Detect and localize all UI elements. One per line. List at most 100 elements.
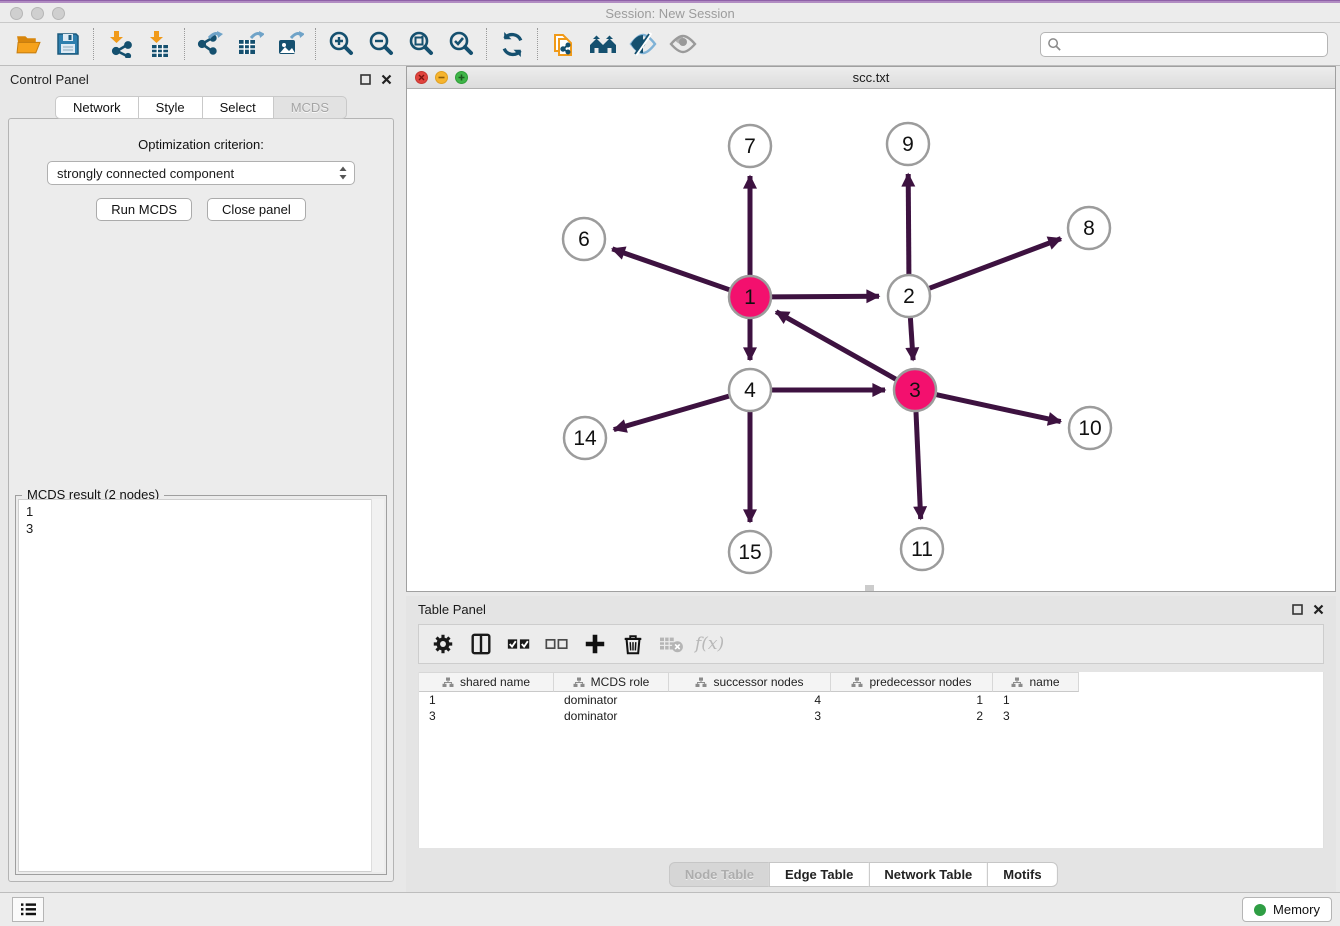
graph-edge-4-14[interactable]: [614, 396, 729, 430]
graph-edge-1-2[interactable]: [772, 296, 879, 297]
table-cell[interactable]: 1: [831, 693, 993, 707]
tab-mcds[interactable]: MCDS: [273, 96, 347, 119]
canvas-resize-handle[interactable]: [865, 585, 874, 591]
graph-node-1[interactable]: 1: [729, 276, 771, 318]
criterion-dropdown[interactable]: strongly connected component: [47, 161, 355, 185]
export-table-icon[interactable]: [230, 26, 270, 62]
close-panel-button[interactable]: Close panel: [207, 198, 306, 221]
graph-node-7[interactable]: 7: [729, 125, 771, 167]
export-network-icon[interactable]: [190, 26, 230, 62]
table-header-row: shared nameMCDS rolesuccessor nodesprede…: [419, 672, 1323, 692]
application-window: Session: New Session: [0, 0, 1340, 926]
open-session-icon[interactable]: [8, 26, 48, 62]
deselect-all-icon[interactable]: [541, 628, 572, 660]
tab-style[interactable]: Style: [138, 96, 202, 119]
save-session-icon[interactable]: [48, 26, 88, 62]
column-header-MCDS-role[interactable]: MCDS role: [554, 672, 669, 692]
graph-node-2[interactable]: 2: [888, 275, 930, 317]
network-zoom-button[interactable]: [455, 71, 468, 84]
run-mcds-button[interactable]: Run MCDS: [96, 198, 192, 221]
tab-node-table[interactable]: Node Table: [669, 862, 769, 887]
task-history-button[interactable]: [12, 897, 44, 922]
tab-select[interactable]: Select: [202, 96, 273, 119]
graph-edge-3-11[interactable]: [916, 412, 921, 519]
duplicate-network-icon[interactable]: [543, 26, 583, 62]
network-minimize-button[interactable]: [435, 71, 448, 84]
gear-icon[interactable]: [427, 628, 458, 660]
table-tabs: Node TableEdge TableNetwork TableMotifs: [669, 862, 1058, 887]
zoom-selected-icon[interactable]: [441, 26, 481, 62]
graph-node-6[interactable]: 6: [563, 218, 605, 260]
column-header-shared-name[interactable]: shared name: [419, 672, 554, 692]
graph-node-11[interactable]: 11: [901, 528, 943, 570]
add-icon[interactable]: [579, 628, 610, 660]
graph-edge-1-6[interactable]: [612, 249, 729, 290]
close-table-panel-icon[interactable]: [1313, 604, 1324, 615]
graph-node-15[interactable]: 15: [729, 531, 771, 573]
float-table-panel-icon[interactable]: [1292, 604, 1303, 615]
mcds-result-scrollbar[interactable]: [371, 499, 384, 872]
refresh-layout-icon[interactable]: [492, 26, 532, 62]
graph-node-10[interactable]: 10: [1069, 407, 1111, 449]
columns-icon[interactable]: [465, 628, 496, 660]
tab-network-table[interactable]: Network Table: [868, 862, 987, 887]
optimization-criterion-label: Optimization criterion:: [9, 137, 393, 152]
graph-node-label: 6: [578, 228, 590, 251]
search-input[interactable]: [1062, 37, 1321, 52]
search-field[interactable]: [1040, 32, 1328, 57]
table-cell[interactable]: 2: [831, 709, 993, 723]
network-close-button[interactable]: [415, 71, 428, 84]
export-image-icon[interactable]: [270, 26, 310, 62]
table-cell[interactable]: 3: [419, 709, 554, 723]
table-row[interactable]: 1dominator411: [419, 692, 1323, 708]
tab-edge-table[interactable]: Edge Table: [769, 862, 868, 887]
tab-network[interactable]: Network: [55, 96, 138, 119]
import-network-icon[interactable]: [99, 26, 139, 62]
close-panel-icon[interactable]: [381, 74, 392, 85]
graph-node-label: 14: [573, 427, 597, 450]
mcds-result-textarea[interactable]: 13: [18, 499, 384, 872]
float-panel-icon[interactable]: [360, 74, 371, 85]
table-cell[interactable]: 1: [419, 693, 554, 707]
graph-edge-3-1[interactable]: [776, 312, 896, 380]
table-cell[interactable]: 1: [993, 693, 1079, 707]
column-header-predecessor-nodes[interactable]: predecessor nodes: [831, 672, 993, 692]
graph-edge-3-10[interactable]: [937, 395, 1061, 422]
graph-node-8[interactable]: 8: [1068, 207, 1110, 249]
first-neighbors-icon[interactable]: [583, 26, 623, 62]
graph-node-label: 1: [744, 286, 756, 309]
graph-node-14[interactable]: 14: [564, 417, 606, 459]
zoom-fit-icon[interactable]: [401, 26, 441, 62]
hide-selected-icon[interactable]: [623, 26, 663, 62]
table-cell[interactable]: dominator: [554, 709, 669, 723]
graph-node-3[interactable]: 3: [894, 369, 936, 411]
list-icon: [20, 902, 37, 917]
trash-icon[interactable]: [617, 628, 648, 660]
table-row[interactable]: 3dominator323: [419, 708, 1323, 724]
select-all-icon[interactable]: [503, 628, 534, 660]
graph-edge-2-8[interactable]: [930, 239, 1061, 289]
graph-edge-2-9[interactable]: [908, 174, 909, 274]
memory-button[interactable]: Memory: [1242, 897, 1332, 922]
toolbar-separator: [537, 28, 538, 60]
import-table-icon[interactable]: [139, 26, 179, 62]
table-cell[interactable]: 3: [669, 709, 831, 723]
main-titlebar: Session: New Session: [0, 3, 1340, 23]
function-icon: f(x): [693, 628, 724, 660]
criterion-value: strongly connected component: [57, 166, 338, 181]
column-header-successor-nodes[interactable]: successor nodes: [669, 672, 831, 692]
graph-node-9[interactable]: 9: [887, 123, 929, 165]
zoom-out-icon[interactable]: [361, 26, 401, 62]
table-cell[interactable]: 3: [993, 709, 1079, 723]
tab-motifs[interactable]: Motifs: [987, 862, 1057, 887]
table-cell[interactable]: dominator: [554, 693, 669, 707]
table-cell[interactable]: 4: [669, 693, 831, 707]
column-sort-icon: [442, 677, 454, 688]
graph-edge-2-3[interactable]: [910, 318, 913, 360]
graph-node-4[interactable]: 4: [729, 369, 771, 411]
network-canvas[interactable]: 1 2 3 4 6 7 8 9 10 11 14 15: [407, 89, 1335, 591]
column-header-name[interactable]: name: [993, 672, 1079, 692]
zoom-in-icon[interactable]: [321, 26, 361, 62]
control-panel: Control Panel NetworkStyleSelectMCDS Opt…: [0, 66, 402, 892]
toolbar-separator: [315, 28, 316, 60]
